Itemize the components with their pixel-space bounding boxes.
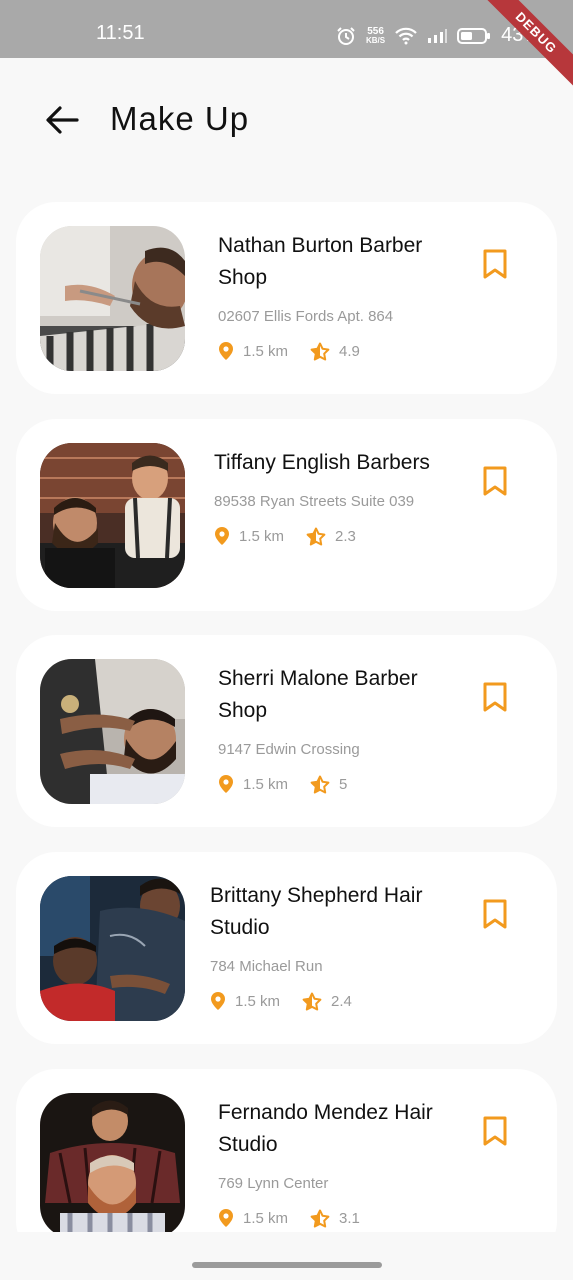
- location-pin-icon: [214, 526, 230, 546]
- star-half-icon: [302, 992, 322, 1011]
- shop-name: Nathan Burton Barber Shop: [218, 234, 423, 289]
- bookmark-button[interactable]: [481, 681, 509, 713]
- bookmark-icon: [483, 249, 507, 279]
- shop-card[interactable]: Fernando Mendez Hair Studio 769 Lynn Cen…: [16, 1069, 557, 1232]
- shop-rating: 3.1: [339, 1209, 360, 1227]
- shop-address: 784 Michael Run: [210, 958, 323, 975]
- shop-card[interactable]: Sherri Malone Barber Shop 9147 Edwin Cro…: [16, 635, 557, 827]
- arrow-left-icon: [46, 106, 79, 134]
- shop-card[interactable]: Brittany Shepherd Hair Studio 784 Michae…: [16, 852, 557, 1044]
- shop-distance: 1.5 km: [243, 775, 289, 793]
- signal-icon: [427, 28, 448, 44]
- bookmark-icon: [483, 466, 507, 496]
- status-bar: 11:51 556 KB/S 43% DEBUG: [0, 0, 573, 94]
- shop-rating: 2.3: [335, 527, 356, 545]
- shop-meta: 1.5 km 3.1: [218, 1208, 438, 1228]
- shop-meta: 1.5 km 5: [218, 774, 438, 794]
- shop-rating: 5: [339, 775, 348, 793]
- location-pin-icon: [218, 341, 234, 361]
- shop-meta: 1.5 km 2.3: [214, 526, 434, 546]
- location-pin-icon: [210, 991, 226, 1011]
- shop-address: 769 Lynn Center: [218, 1175, 329, 1192]
- bookmark-icon: [483, 682, 507, 712]
- net-speed: 556 KB/S: [366, 25, 386, 45]
- nav-bar: [0, 1232, 573, 1280]
- shop-card[interactable]: Nathan Burton Barber Shop 02607 Ellis Fo…: [16, 202, 557, 394]
- star-half-icon: [310, 342, 330, 361]
- star-half-icon: [310, 1209, 330, 1228]
- bookmark-button[interactable]: [481, 248, 509, 280]
- shop-name: Brittany Shepherd Hair Studio: [210, 884, 423, 939]
- shop-meta: 1.5 km 4.9: [218, 341, 438, 361]
- status-icons: 556 KB/S 43%: [336, 24, 541, 47]
- location-pin-icon: [218, 1208, 234, 1228]
- bookmark-button[interactable]: [481, 1115, 509, 1147]
- battery-icon: [457, 27, 491, 45]
- shop-photo: [40, 443, 185, 588]
- alarm-icon: [336, 26, 356, 46]
- shop-meta: 1.5 km 2.4: [210, 991, 430, 1011]
- location-pin-icon: [218, 774, 234, 794]
- shop-distance: 1.5 km: [243, 1209, 289, 1227]
- star-half-icon: [306, 527, 326, 546]
- shop-rating: 4.9: [339, 342, 360, 360]
- shop-address: 89538 Ryan Streets Suite 039: [214, 493, 415, 510]
- shop-name: Fernando Mendez Hair Studio: [218, 1101, 433, 1156]
- shop-distance: 1.5 km: [235, 992, 281, 1010]
- shop-photo: [40, 876, 185, 1021]
- page-title: Make Up: [110, 100, 250, 137]
- shop-address: 02607 Ellis Fords Apt. 864: [218, 308, 394, 325]
- status-time: 11:51: [96, 22, 145, 44]
- shop-rating: 2.4: [331, 992, 352, 1010]
- shop-photo: [40, 659, 185, 804]
- bookmark-button[interactable]: [481, 898, 509, 930]
- shop-photo: [40, 226, 185, 371]
- shop-photo: [40, 1093, 185, 1232]
- shop-card[interactable]: Tiffany English Barbers 89538 Ryan Stree…: [16, 419, 557, 611]
- shop-list: Nathan Burton Barber Shop 02607 Ellis Fo…: [16, 202, 557, 1232]
- app-bar: Make Up: [0, 58, 573, 180]
- bookmark-icon: [483, 1116, 507, 1146]
- shop-distance: 1.5 km: [243, 342, 289, 360]
- shop-distance: 1.5 km: [239, 527, 285, 545]
- shop-name: Tiffany English Barbers: [214, 451, 430, 474]
- shop-name: Sherri Malone Barber Shop: [218, 667, 418, 722]
- shop-address: 9147 Edwin Crossing: [218, 741, 360, 758]
- back-button[interactable]: [40, 98, 84, 142]
- star-half-icon: [310, 775, 330, 794]
- wifi-icon: [395, 27, 417, 45]
- bookmark-button[interactable]: [481, 465, 509, 497]
- home-indicator[interactable]: [192, 1262, 382, 1268]
- bookmark-icon: [483, 899, 507, 929]
